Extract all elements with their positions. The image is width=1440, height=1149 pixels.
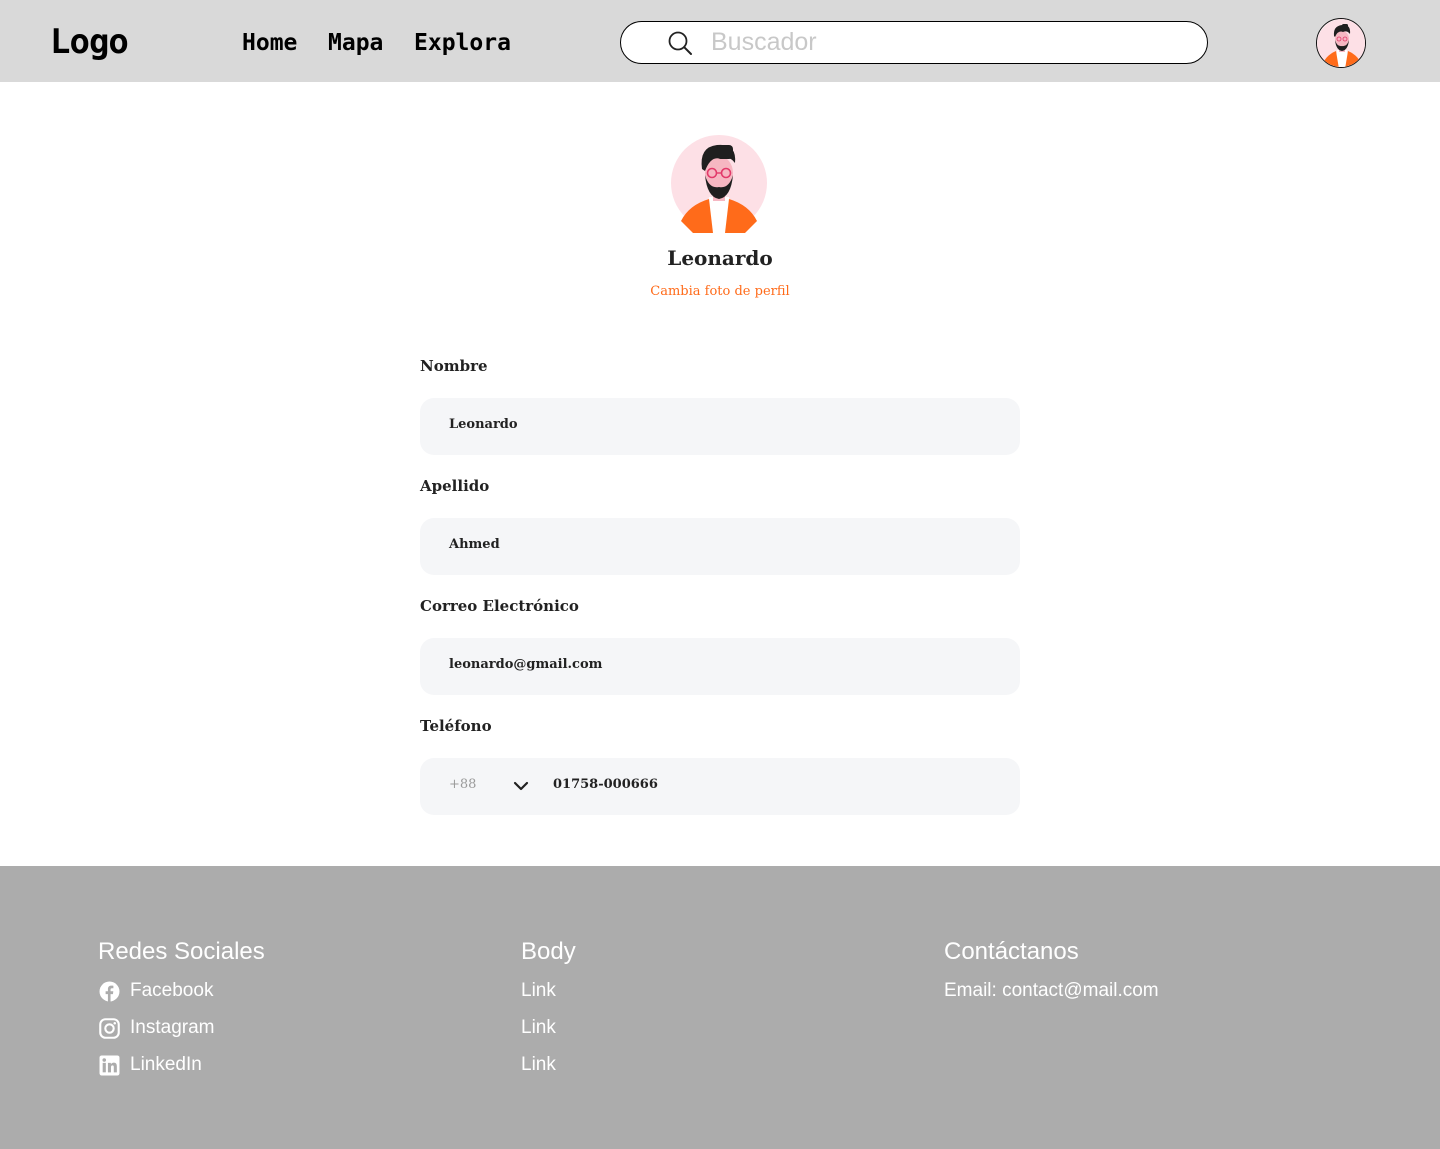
nombre-value[interactable]: Leonardo — [449, 417, 518, 432]
nav-mapa[interactable]: Mapa — [328, 30, 383, 56]
apellido-value[interactable]: Ahmed — [449, 537, 500, 552]
profile-name: Leonardo — [667, 246, 773, 270]
search-bar[interactable] — [620, 21, 1208, 64]
correo-label: Correo Electrónico — [420, 597, 579, 615]
body-link-2[interactable]: Link — [521, 1017, 556, 1039]
phone-field[interactable]: +88 01758-000666 — [420, 758, 1020, 815]
search-input[interactable] — [711, 26, 1181, 58]
apellido-field[interactable]: Ahmed — [420, 518, 1020, 575]
telefono-label: Teléfono — [420, 717, 492, 735]
email-field[interactable]: leonardo@gmail.com — [420, 638, 1020, 695]
country-code-select[interactable]: +88 — [449, 777, 476, 792]
instagram-label: Instagram — [130, 1017, 215, 1038]
body-link-1[interactable]: Link — [521, 980, 556, 1002]
redes-sociales-title: Redes Sociales — [98, 938, 265, 965]
phone-value[interactable]: 01758-000666 — [553, 777, 658, 792]
email-value[interactable]: leonardo@gmail.com — [449, 657, 602, 672]
contact-email[interactable]: Email: contact@mail.com — [944, 980, 1159, 1002]
logo[interactable]: Logo — [50, 22, 129, 62]
linkedin-label: LinkedIn — [130, 1054, 202, 1075]
profile-avatar[interactable] — [671, 133, 767, 233]
body-title: Body — [521, 938, 576, 965]
instagram-link[interactable]: Instagram — [99, 1017, 214, 1039]
nombre-field[interactable]: Leonardo — [420, 398, 1020, 455]
top-header: Logo Home Mapa Explora — [0, 0, 1440, 82]
nav-home[interactable]: Home — [242, 30, 297, 56]
facebook-icon — [99, 981, 120, 1002]
search-icon[interactable] — [667, 30, 693, 56]
body-link-3[interactable]: Link — [521, 1054, 556, 1076]
contactanos-title: Contáctanos — [944, 938, 1079, 965]
nombre-label: Nombre — [420, 357, 488, 375]
facebook-label: Facebook — [130, 980, 214, 1001]
facebook-link[interactable]: Facebook — [99, 980, 213, 1002]
avatar[interactable] — [1316, 18, 1366, 68]
instagram-icon — [99, 1017, 120, 1039]
linkedin-link[interactable]: LinkedIn — [99, 1054, 202, 1076]
linkedin-icon — [99, 1055, 120, 1075]
user-avatar-icon — [1317, 19, 1365, 67]
nav-explora[interactable]: Explora — [414, 30, 511, 56]
chevron-down-icon[interactable] — [512, 780, 530, 792]
footer: Redes Sociales Facebook Instagram Linked… — [0, 866, 1440, 1149]
apellido-label: Apellido — [420, 477, 490, 495]
change-photo-link[interactable]: Cambia foto de perfil — [600, 284, 840, 299]
profile-avatar-icon — [671, 135, 767, 233]
